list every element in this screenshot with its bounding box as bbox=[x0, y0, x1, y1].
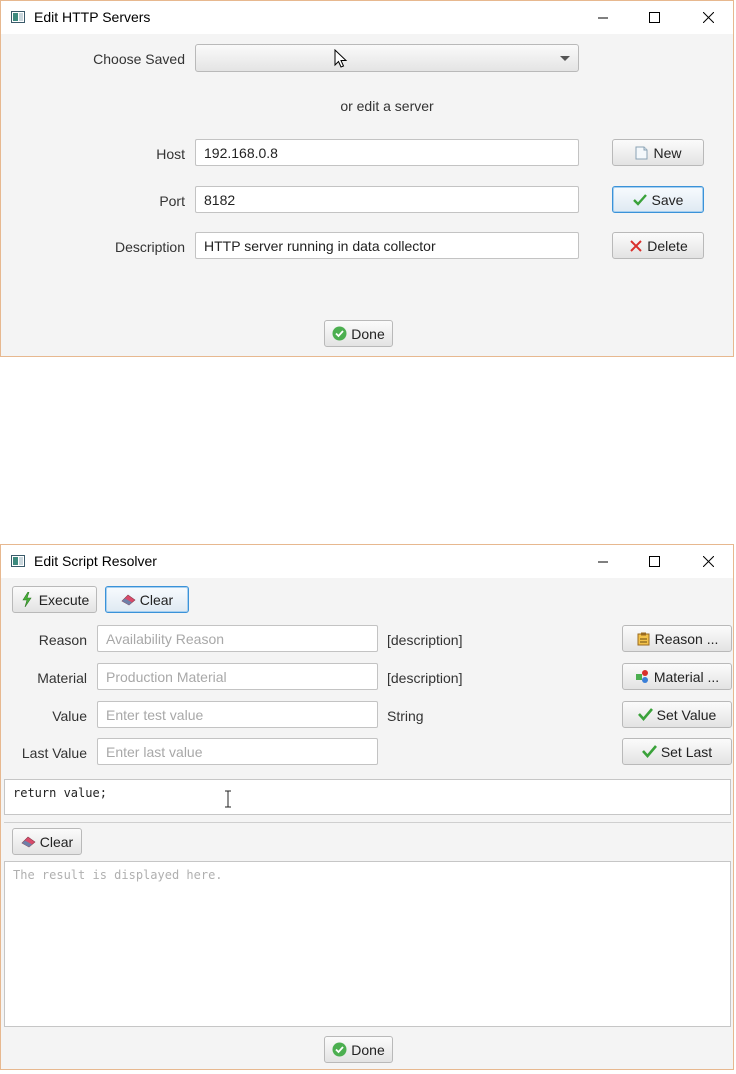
material-shapes-icon bbox=[635, 669, 650, 684]
port-label: Port bbox=[159, 193, 185, 209]
reason-description: [description] bbox=[387, 632, 463, 648]
host-label: Host bbox=[156, 146, 185, 162]
mouse-cursor-icon bbox=[334, 49, 348, 68]
or-edit-text: or edit a server bbox=[340, 98, 434, 114]
script-text: return value; bbox=[13, 786, 107, 800]
result-clear-button[interactable]: Clear bbox=[12, 828, 82, 855]
material-description: [description] bbox=[387, 670, 463, 686]
app-window-icon bbox=[11, 11, 25, 23]
close-icon[interactable] bbox=[685, 545, 731, 578]
reason-input[interactable] bbox=[97, 625, 378, 652]
done-button[interactable]: Done bbox=[324, 1036, 393, 1063]
host-input[interactable] bbox=[195, 139, 579, 166]
clipboard-icon bbox=[636, 631, 651, 646]
set-value-button[interactable]: Set Value bbox=[622, 701, 732, 728]
delete-x-icon bbox=[628, 238, 643, 253]
execute-button[interactable]: Execute bbox=[12, 586, 97, 613]
title-bar[interactable]: Edit HTTP Servers bbox=[1, 1, 733, 34]
clear-button[interactable]: Clear bbox=[105, 586, 189, 613]
description-label: Description bbox=[114, 239, 185, 255]
delete-button[interactable]: Delete bbox=[612, 232, 704, 259]
description-input[interactable] bbox=[195, 232, 579, 259]
maximize-icon[interactable] bbox=[631, 1, 677, 34]
window-title: Edit HTTP Servers bbox=[34, 9, 151, 25]
app-window-icon bbox=[11, 555, 25, 567]
choose-saved-combobox[interactable] bbox=[195, 44, 579, 72]
value-label: Value bbox=[52, 708, 87, 724]
material-button[interactable]: Material ... bbox=[622, 663, 732, 690]
done-check-icon bbox=[332, 1042, 347, 1057]
maximize-icon[interactable] bbox=[631, 545, 677, 578]
edit-script-resolver-window: Edit Script Resolver Execute Clear Reaso… bbox=[0, 544, 734, 1070]
done-check-icon bbox=[332, 326, 347, 341]
last-value-label: Last Value bbox=[21, 745, 87, 761]
text-cursor-icon bbox=[225, 790, 231, 808]
material-input[interactable] bbox=[97, 663, 378, 690]
minimize-icon[interactable] bbox=[580, 545, 626, 578]
checkmark-icon bbox=[637, 707, 653, 722]
choose-saved-label: Choose Saved bbox=[93, 51, 185, 67]
material-label: Material bbox=[37, 670, 87, 686]
new-document-icon bbox=[634, 145, 649, 160]
checkmark-icon bbox=[641, 744, 657, 759]
minimize-icon[interactable] bbox=[580, 1, 626, 34]
eraser-icon bbox=[21, 834, 36, 849]
script-editor[interactable]: return value; bbox=[4, 779, 731, 815]
result-placeholder: The result is displayed here. bbox=[13, 868, 223, 882]
lightning-icon bbox=[20, 592, 35, 607]
reason-button[interactable]: Reason ... bbox=[622, 625, 732, 652]
window-title: Edit Script Resolver bbox=[34, 553, 157, 569]
result-area[interactable]: The result is displayed here. bbox=[4, 861, 731, 1027]
save-button[interactable]: Save bbox=[612, 186, 704, 213]
split-divider[interactable] bbox=[4, 822, 731, 823]
value-type: String bbox=[387, 708, 424, 724]
done-button[interactable]: Done bbox=[324, 320, 393, 347]
chevron-down-icon bbox=[560, 56, 570, 61]
port-input[interactable] bbox=[195, 186, 579, 213]
title-bar[interactable]: Edit Script Resolver bbox=[1, 545, 733, 578]
last-value-input[interactable] bbox=[97, 738, 378, 765]
reason-label: Reason bbox=[38, 632, 87, 648]
value-input[interactable] bbox=[97, 701, 378, 728]
close-icon[interactable] bbox=[685, 1, 731, 34]
new-button[interactable]: New bbox=[612, 139, 704, 166]
set-last-button[interactable]: Set Last bbox=[622, 738, 732, 765]
eraser-icon bbox=[121, 592, 136, 607]
checkmark-icon bbox=[633, 192, 648, 207]
edit-http-servers-window: Edit HTTP Servers Choose Saved or edit a… bbox=[0, 0, 734, 357]
